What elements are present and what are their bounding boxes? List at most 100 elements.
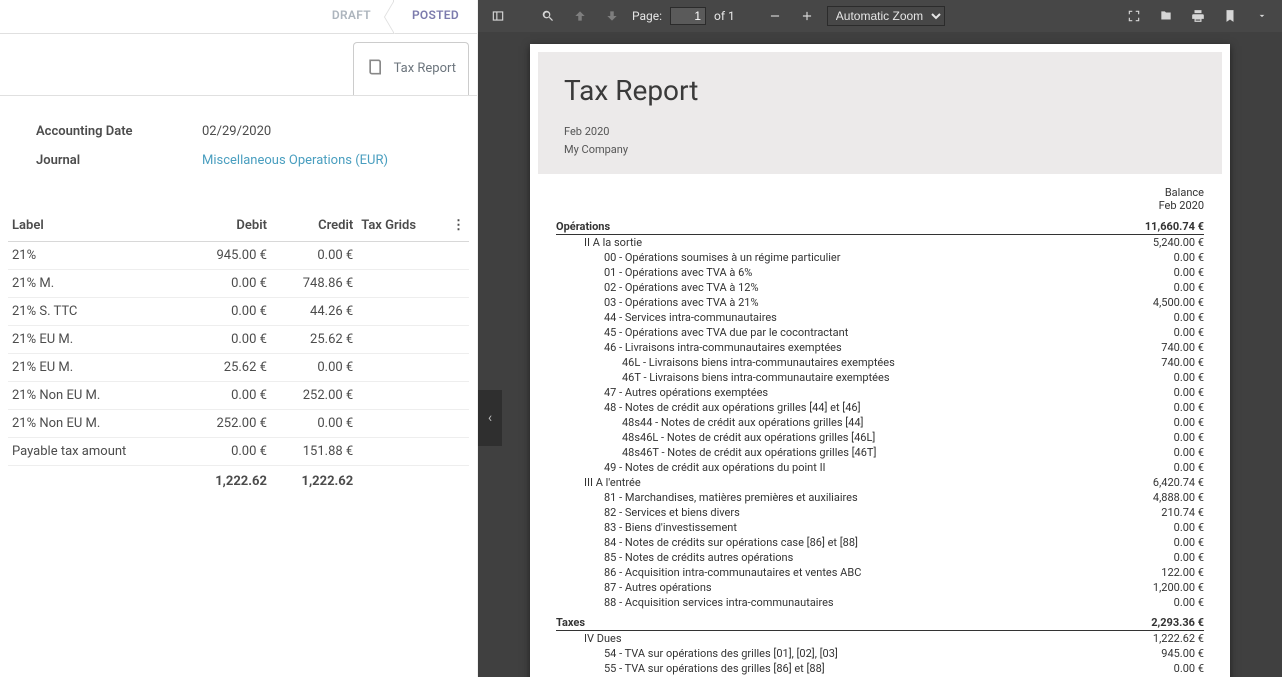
line-debit: 252.00 € (185, 410, 271, 438)
pdf-page: Tax Report Feb 2020 My Company Balance F… (530, 44, 1230, 677)
report-row: 48s44 - Notes de crédit aux opérations g… (556, 415, 1204, 430)
zoom-select[interactable]: Automatic Zoom (827, 6, 945, 26)
status-posted[interactable]: POSTED (393, 0, 477, 33)
zoom-in-icon[interactable] (795, 4, 819, 28)
open-file-icon[interactable] (1154, 4, 1178, 28)
table-row[interactable]: Payable tax amount0.00 €151.88 € (8, 438, 469, 466)
line-label: 21% (8, 242, 185, 270)
report-row: 55 - TVA sur opérations des grilles [86]… (556, 661, 1204, 676)
status-draft[interactable]: DRAFT (314, 0, 393, 33)
report-row: IV Dues1,222.62 € (556, 631, 1204, 647)
search-icon[interactable] (536, 4, 560, 28)
line-label: 21% M. (8, 270, 185, 298)
report-row: 46L - Livraisons biens intra-communautai… (556, 355, 1204, 370)
prev-page-icon[interactable] (568, 4, 592, 28)
total-credit: 1,222.62 (271, 466, 357, 496)
status-bar: DRAFT POSTED (0, 0, 477, 34)
table-row[interactable]: 21%945.00 €0.00 € (8, 242, 469, 270)
table-row[interactable]: 21% EU M.25.62 €0.00 € (8, 354, 469, 382)
line-taxgrids (357, 410, 448, 438)
report-row: 46T - Livraisons biens intra-communautai… (556, 370, 1204, 385)
report-row: 47 - Autres opérations exemptées0.00 € (556, 385, 1204, 400)
line-taxgrids (357, 382, 448, 410)
line-debit: 0.00 € (185, 298, 271, 326)
col-tax-grids[interactable]: Tax Grids (357, 210, 448, 242)
print-icon[interactable] (1186, 4, 1210, 28)
line-taxgrids (357, 270, 448, 298)
report-row: 00 - Opérations soumises à un régime par… (556, 250, 1204, 265)
report-row: 02 - Opérations avec TVA à 12%0.00 € (556, 280, 1204, 295)
balance-header: Balance (556, 186, 1204, 199)
zoom-out-icon[interactable] (763, 4, 787, 28)
line-label: 21% S. TTC (8, 298, 185, 326)
pdf-viewport[interactable]: Tax Report Feb 2020 My Company Balance F… (478, 32, 1282, 677)
collapse-panel-icon[interactable]: ‹ (478, 390, 502, 446)
report-row: II A la sortie5,240.00 € (556, 235, 1204, 251)
line-label: 21% EU M. (8, 326, 185, 354)
line-credit: 748.86 € (271, 270, 357, 298)
table-options-icon[interactable]: ⋮ (448, 210, 469, 242)
report-row: 48s46L - Notes de crédit aux opérations … (556, 430, 1204, 445)
page-label: Page: (632, 9, 662, 23)
line-credit: 25.62 € (271, 326, 357, 354)
report-row: 82 - Services et biens divers210.74 € (556, 505, 1204, 520)
report-row: 46 - Livraisons intra-communautaires exe… (556, 340, 1204, 355)
line-credit: 0.00 € (271, 242, 357, 270)
table-row[interactable]: 21% Non EU M.252.00 €0.00 € (8, 410, 469, 438)
line-taxgrids (357, 354, 448, 382)
report-row: Opérations11,660.74 € (556, 214, 1204, 235)
tax-report-button[interactable]: Tax Report (353, 42, 469, 95)
report-row: 83 - Biens d'investissement0.00 € (556, 520, 1204, 535)
table-row[interactable]: 21% M.0.00 €748.86 € (8, 270, 469, 298)
total-debit: 1,222.62 (185, 466, 271, 496)
report-row: 48 - Notes de crédit aux opérations gril… (556, 400, 1204, 415)
page-number-input[interactable] (670, 7, 706, 25)
line-label: Payable tax amount (8, 438, 185, 466)
line-debit: 25.62 € (185, 354, 271, 382)
report-row: 03 - Opérations avec TVA à 21%4,500.00 € (556, 295, 1204, 310)
line-label: 21% Non EU M. (8, 382, 185, 410)
report-row: 54 - TVA sur opérations des grilles [01]… (556, 646, 1204, 661)
col-credit[interactable]: Credit (271, 210, 357, 242)
balance-period: Feb 2020 (556, 199, 1204, 212)
pdf-toolbar: Page: of 1 Automatic Zoom (478, 0, 1282, 32)
line-debit: 0.00 € (185, 438, 271, 466)
bookmark-icon[interactable] (1218, 4, 1242, 28)
line-credit: 0.00 € (271, 354, 357, 382)
tools-menu-icon[interactable] (1250, 4, 1274, 28)
report-row: 01 - Opérations avec TVA à 6%0.00 € (556, 265, 1204, 280)
journal-label: Journal (36, 153, 202, 168)
line-debit: 945.00 € (185, 242, 271, 270)
col-label[interactable]: Label (8, 210, 185, 242)
fullscreen-icon[interactable] (1122, 4, 1146, 28)
col-debit[interactable]: Debit (185, 210, 271, 242)
page-of-label: of 1 (714, 9, 735, 23)
report-row: 44 - Services intra-communautaires0.00 € (556, 310, 1204, 325)
report-row: 84 - Notes de crédits sur opérations cas… (556, 535, 1204, 550)
report-row: 88 - Acquisition services intra-communau… (556, 595, 1204, 610)
table-row[interactable]: 21% S. TTC0.00 €44.26 € (8, 298, 469, 326)
line-taxgrids (357, 326, 448, 354)
report-period: Feb 2020 (564, 123, 1196, 141)
journal-value[interactable]: Miscellaneous Operations (EUR) (202, 153, 388, 168)
accounting-date-value: 02/29/2020 (202, 124, 271, 139)
table-row[interactable]: 21% Non EU M.0.00 €252.00 € (8, 382, 469, 410)
report-row: 85 - Notes de crédits autres opérations0… (556, 550, 1204, 565)
book-icon (366, 57, 386, 82)
line-debit: 0.00 € (185, 270, 271, 298)
line-debit: 0.00 € (185, 382, 271, 410)
table-row[interactable]: 21% EU M.0.00 €25.62 € (8, 326, 469, 354)
line-taxgrids (357, 438, 448, 466)
sidebar-toggle-icon[interactable] (486, 4, 510, 28)
report-company: My Company (564, 141, 1196, 159)
journal-items-table: Label Debit Credit Tax Grids ⋮ 21%945.00… (8, 210, 469, 495)
line-label: 21% EU M. (8, 354, 185, 382)
tax-report-label: Tax Report (394, 61, 456, 77)
next-page-icon[interactable] (600, 4, 624, 28)
pdf-viewer: Page: of 1 Automatic Zoom ‹ Tax Report F… (478, 0, 1282, 677)
line-credit: 151.88 € (271, 438, 357, 466)
line-credit: 44.26 € (271, 298, 357, 326)
accounting-date-label: Accounting Date (36, 124, 202, 139)
report-row: Taxes2,293.36 € (556, 610, 1204, 631)
report-row: 86 - Acquisition intra-communautaires et… (556, 565, 1204, 580)
